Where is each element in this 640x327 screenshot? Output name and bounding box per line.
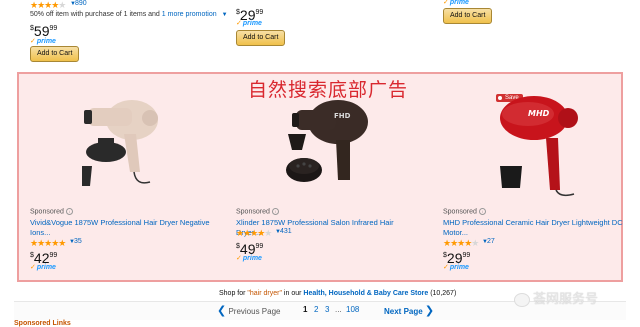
rating-stars[interactable]: ★★★★★ (30, 238, 66, 248)
search-query: "hair dryer" (247, 290, 282, 297)
page-ellipsis: ... (335, 305, 342, 314)
hair-dryer-image[interactable]: FHD (280, 96, 390, 198)
review-count[interactable]: 431 (280, 228, 292, 235)
info-icon[interactable]: i (478, 208, 486, 215)
svg-text:FHD: FHD (334, 112, 351, 120)
promotion-text: 50% off item with purchase of 1 items an… (30, 11, 228, 18)
sponsored-label: Sponsored i (443, 208, 486, 215)
page-108[interactable]: 108 (346, 305, 359, 314)
svg-text:MHD: MHD (528, 109, 550, 118)
review-count[interactable]: 890 (75, 0, 87, 7)
more-promotion-link[interactable]: 1 more promotion (162, 11, 217, 18)
chevron-left-icon: ❮ (217, 305, 227, 317)
sponsored-label: Sponsored i (236, 208, 279, 215)
shop-category-line: Shop for "hair dryer" in our Health, Hou… (219, 290, 457, 297)
page-3[interactable]: 3 (325, 305, 329, 314)
chevron-down-icon[interactable]: ▼ (222, 12, 228, 18)
check-icon: ✓ (443, 0, 449, 6)
review-count[interactable]: 35 (74, 238, 82, 245)
prime-badge: ✓prime (236, 20, 262, 27)
rating-stars[interactable]: ★★★★★ (236, 228, 272, 238)
add-to-cart-button[interactable]: Add to Cart (443, 8, 493, 24)
prime-badge: ✓prime (30, 264, 56, 271)
prime-badge: ✓prime (30, 38, 56, 45)
info-icon[interactable]: i (271, 208, 279, 215)
page-1[interactable]: 1 (303, 305, 307, 314)
check-icon: ✓ (236, 20, 242, 27)
check-icon: ✓ (236, 255, 242, 262)
hair-dryer-image[interactable]: MHD (488, 90, 588, 200)
result-count: (10,267) (430, 290, 457, 297)
sponsored-links-heading: Sponsored Links (14, 320, 71, 327)
rating-stars[interactable]: ★★★★★ (443, 238, 479, 248)
watermark: 荟网服务号 (514, 288, 598, 307)
review-count[interactable]: 27 (487, 238, 495, 245)
page-2[interactable]: 2 (314, 305, 318, 314)
check-icon: ✓ (443, 264, 449, 271)
rating-stars[interactable]: ★★★★★ (30, 0, 66, 10)
add-to-cart-button[interactable]: Add to Cart (236, 30, 286, 46)
prime-badge: ✓prime (443, 264, 469, 271)
product-title-link[interactable]: Vivid&Vogue 1875W Professional Hair Drye… (30, 218, 210, 238)
chevron-right-icon: ❯ (424, 305, 435, 317)
wechat-icon (514, 292, 530, 307)
category-link[interactable]: Health, Household & Baby Care Store (303, 290, 428, 297)
add-to-cart-button[interactable]: Add to Cart (30, 46, 80, 62)
check-icon: ✓ (30, 38, 36, 45)
prime-badge: ✓prime (443, 0, 469, 6)
sponsored-label: Sponsored i (30, 208, 73, 215)
prime-badge: ✓prime (236, 255, 262, 262)
check-icon: ✓ (30, 264, 36, 271)
hair-dryer-image[interactable] (70, 94, 180, 194)
info-icon[interactable]: i (65, 208, 73, 215)
previous-page-button[interactable]: ❮ Previous Page (217, 304, 280, 317)
price: $5999 (30, 23, 58, 39)
product-title-link[interactable]: MHD Professional Ceramic Hair Dryer Ligh… (443, 218, 623, 238)
next-page-button[interactable]: Next Page ❯ (384, 304, 434, 317)
